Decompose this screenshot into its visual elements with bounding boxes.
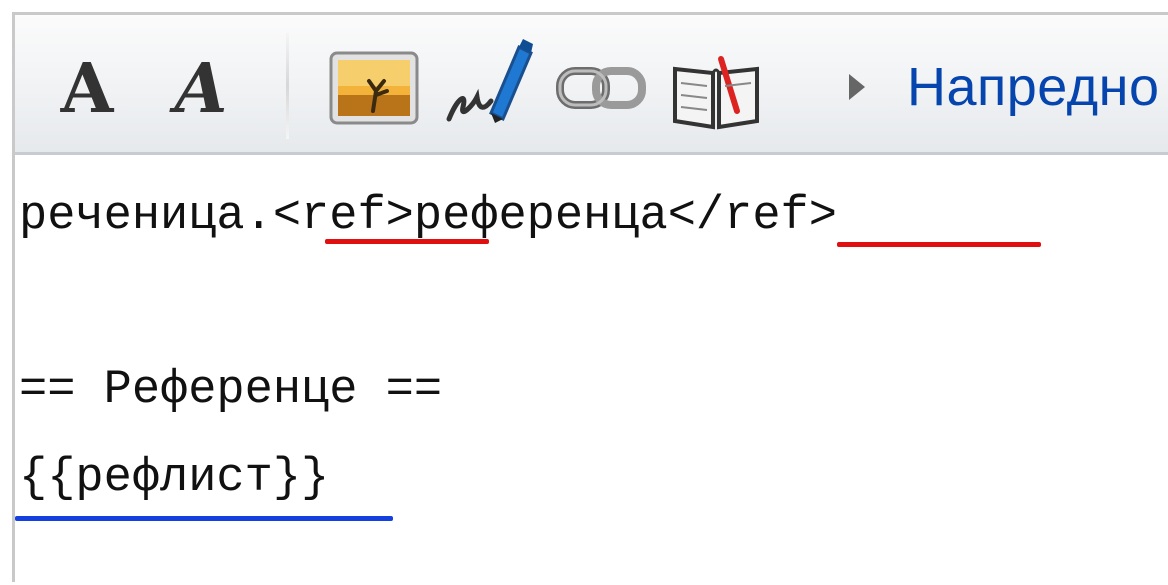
triangle-right-icon [849, 74, 865, 100]
editor-window: A A Напредно реченица.<ref>референца</re… [12, 12, 1168, 585]
bold-icon[interactable]: A [51, 53, 123, 125]
ref-open-tag-underline [325, 239, 489, 244]
editor-line-reflist: {{рефлист}} [19, 452, 330, 505]
edit-toolbar: A A Напредно [15, 15, 1168, 155]
italic-icon[interactable]: A [165, 53, 237, 125]
advanced-link-label: Напредно [907, 57, 1160, 117]
ref-close-tag-underline [837, 242, 1041, 247]
advanced-toggle[interactable]: Напредно [849, 55, 1160, 119]
link-chain-icon[interactable] [555, 57, 647, 119]
editor-line-ref: реченица.<ref>референца</ref> [19, 190, 837, 243]
image-icon[interactable] [329, 51, 419, 125]
editor-line-heading: == Референце == [19, 364, 443, 417]
toolbar-separator [286, 33, 289, 139]
reflist-underline [15, 516, 393, 521]
wikitext-textarea[interactable]: реченица.<ref>референца</ref> == Референ… [15, 155, 1168, 585]
signature-pen-icon[interactable] [443, 35, 535, 127]
reference-book-icon[interactable] [671, 51, 761, 131]
